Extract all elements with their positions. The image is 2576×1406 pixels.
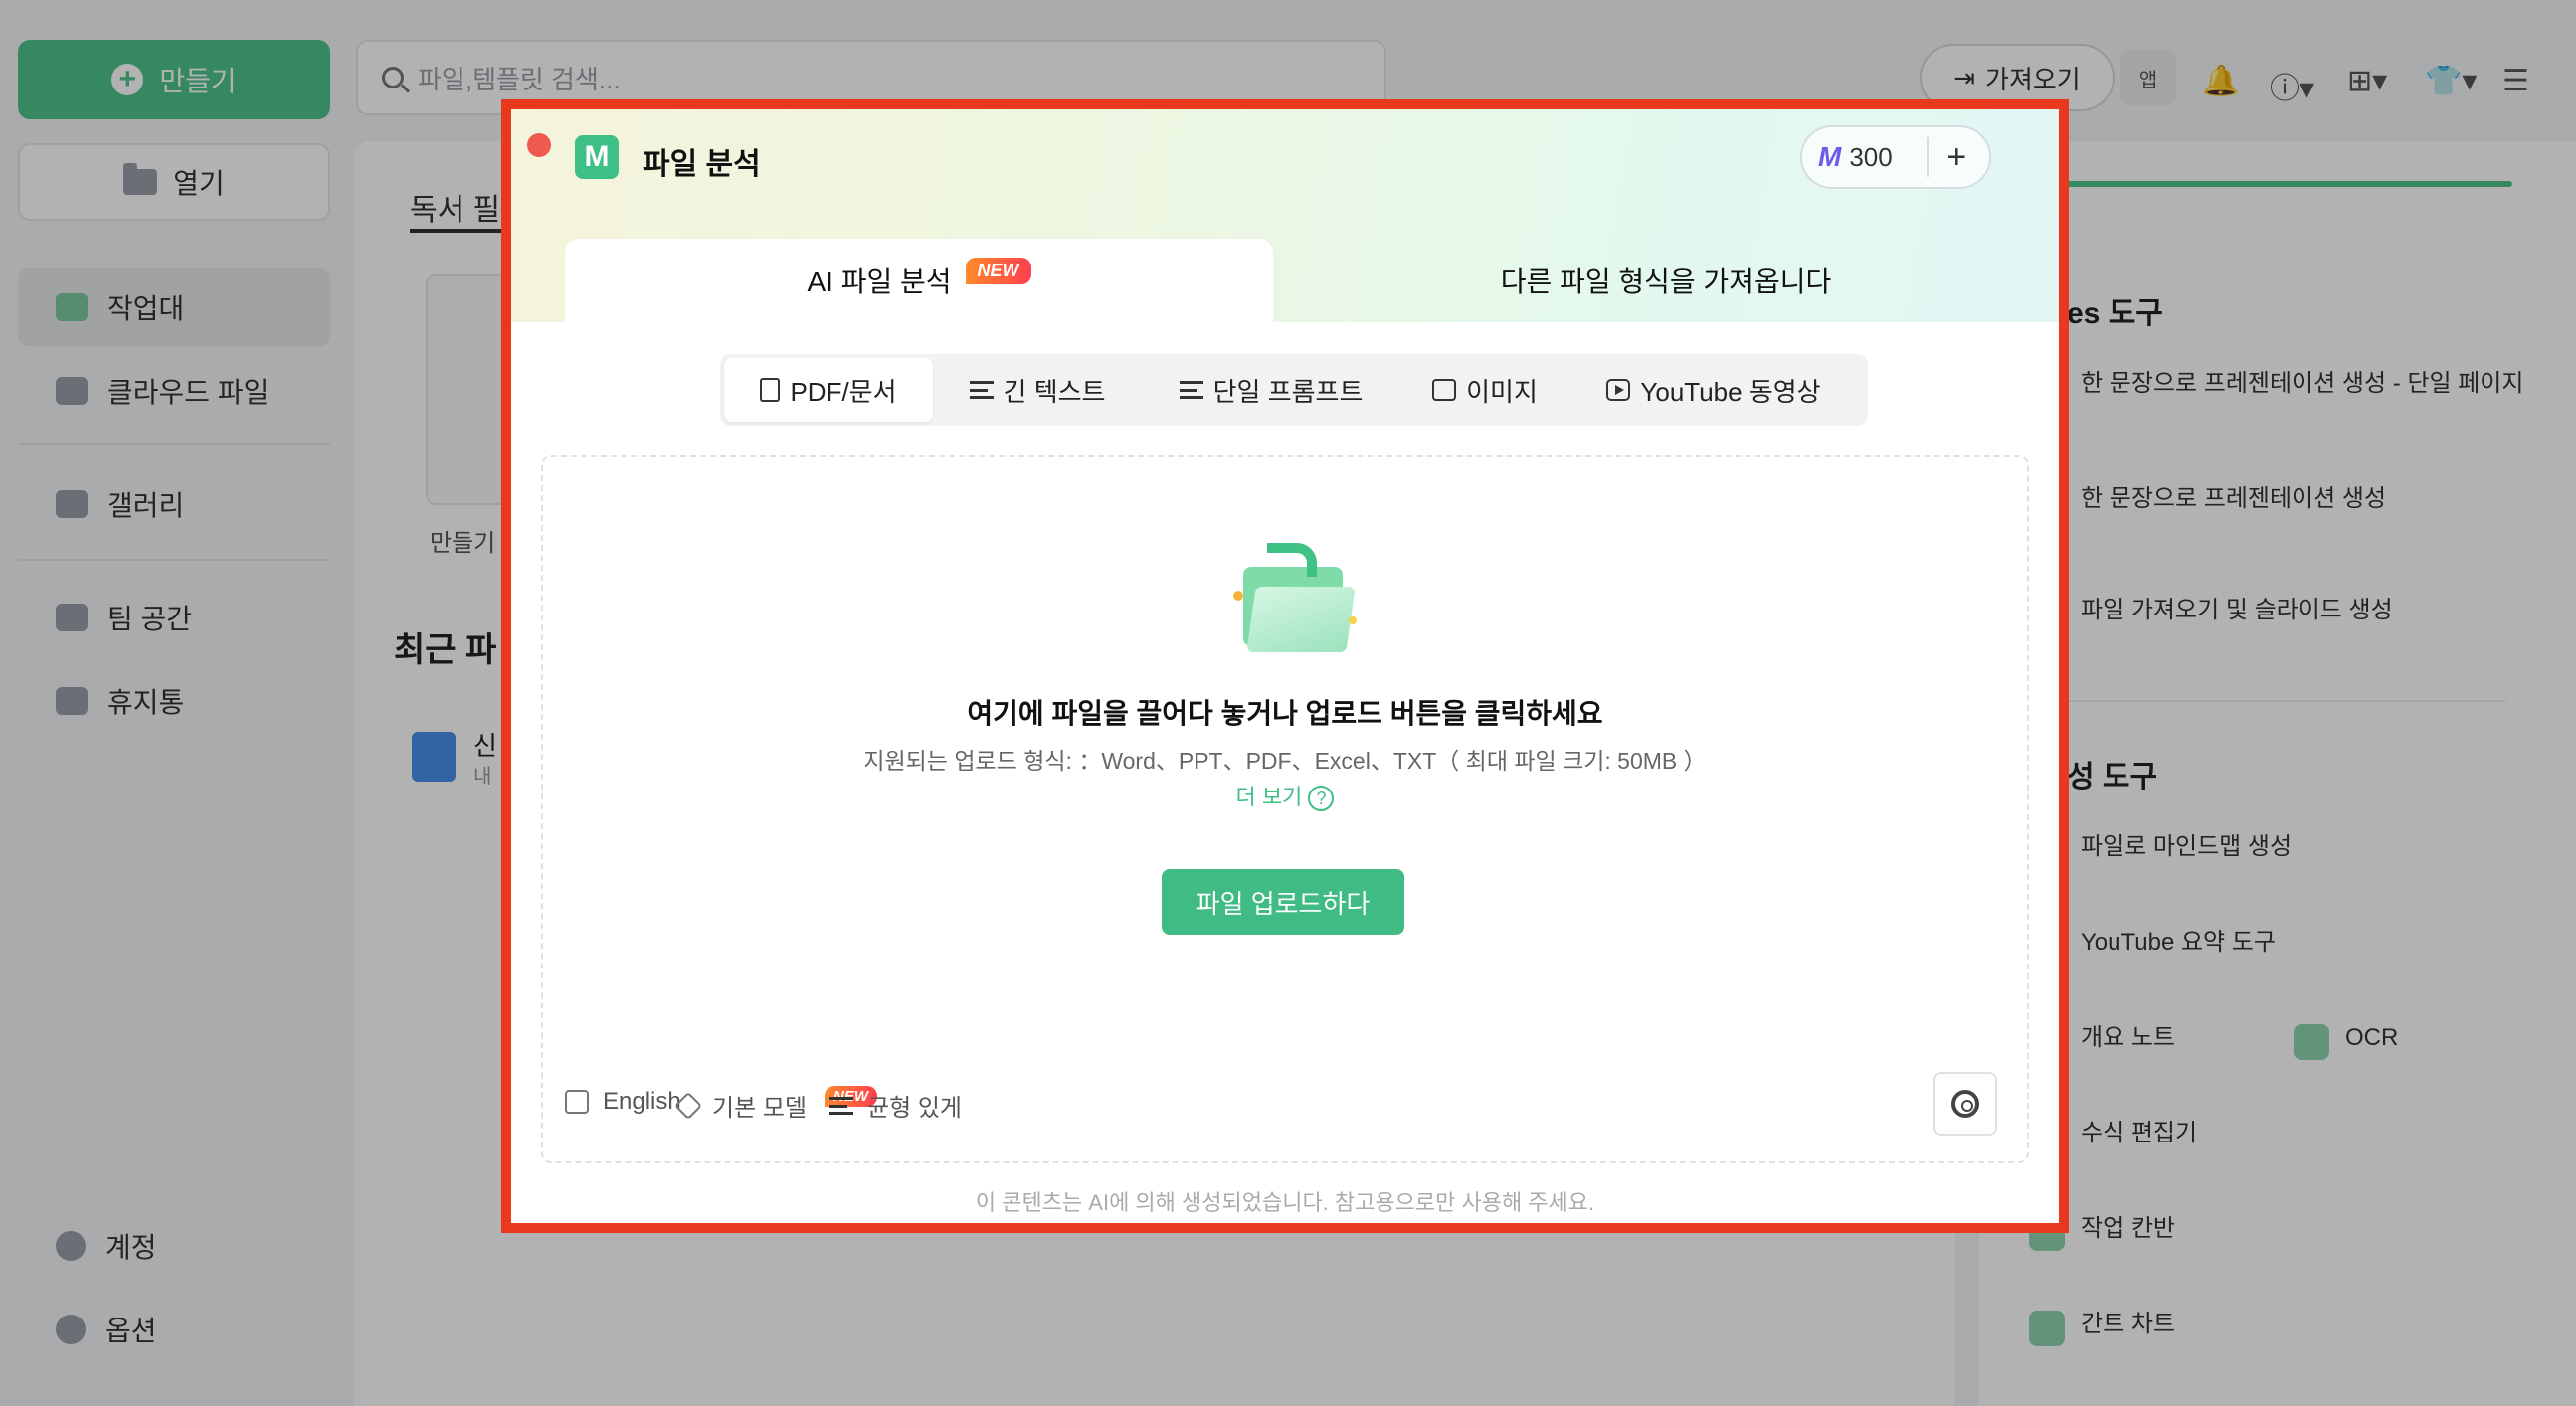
- ai-disclaimer: 이 콘텐츠는 AI에 의해 생성되었습니다. 참고용으로만 사용해 주세요.: [975, 1190, 1595, 1215]
- tab-label: 다른 파일 형식을 가져옵니다: [1500, 266, 1832, 297]
- new-badge: NEW: [965, 257, 1031, 284]
- add-credits-button[interactable]: +: [1946, 138, 1966, 177]
- file-dropzone[interactable]: 여기에 파일을 끌어다 놓거나 업로드 버튼을 클릭하세요 지원되는 업로드 형…: [541, 455, 2029, 1163]
- model-label: 기본 모델: [712, 1095, 807, 1122]
- credits-badge: M 300 +: [1800, 125, 1991, 189]
- subtab-label: YouTube 동영상: [1640, 376, 1821, 407]
- source-type-tabs: PDF/문서 긴 텍스트 단일 프롬프트 이미지 YouTube 동영상: [720, 354, 1868, 426]
- text-lines-icon: [969, 381, 994, 399]
- app-logo-icon: M: [575, 135, 619, 179]
- settings-button[interactable]: [1933, 1072, 1997, 1136]
- dropzone-title: 여기에 파일을 끌어다 놓거나 업로드 버튼을 클릭하세요: [967, 698, 1603, 729]
- credits-count: 300: [1849, 141, 1893, 172]
- close-icon[interactable]: [527, 133, 551, 157]
- balance-lines-icon: [829, 1096, 853, 1115]
- subtab-label: 이미지: [1466, 376, 1538, 407]
- tab-ai-file-analysis[interactable]: AI 파일 분석 NEW: [565, 239, 1273, 322]
- see-more-label: 더 보기: [1235, 785, 1303, 809]
- gear-icon: [1951, 1090, 1979, 1118]
- cube-icon: [673, 1091, 703, 1120]
- subtab-label: 긴 텍스트: [1003, 376, 1106, 407]
- credits-icon: M: [1818, 141, 1842, 172]
- subtab-pdf-document[interactable]: PDF/문서: [724, 358, 933, 422]
- image-icon: [1432, 379, 1457, 401]
- play-icon: [1606, 379, 1631, 401]
- supported-formats: 지원되는 업로드 형식: ：Word、PPT、PDF、Excel、TXT（ 최대…: [863, 748, 1707, 774]
- subtab-label: 단일 프롬프트: [1212, 376, 1364, 407]
- style-label: 균형 있게: [867, 1095, 962, 1122]
- subtab-label: PDF/문서: [790, 376, 897, 407]
- tab-import-other-format[interactable]: 다른 파일 형식을 가져옵니다: [1273, 239, 2059, 322]
- prompt-icon: [1179, 381, 1203, 399]
- file-analysis-dialog: M 파일 분석 M 300 + AI 파일 분석 NEW 다른 파일 형식을 가…: [501, 99, 2069, 1233]
- subtab-single-prompt[interactable]: 단일 프롬프트: [1142, 358, 1400, 422]
- document-icon: [760, 378, 781, 402]
- credits-divider: [1927, 137, 1930, 177]
- folder-upload-icon: [1233, 543, 1357, 654]
- subtab-long-text[interactable]: 긴 텍스트: [933, 358, 1142, 422]
- style-select[interactable]: 균형 있게: [829, 1088, 962, 1123]
- upload-file-button[interactable]: 파일 업로드하다: [1162, 869, 1404, 935]
- translate-icon: [565, 1090, 589, 1114]
- language-label: English: [603, 1088, 681, 1115]
- language-select[interactable]: English: [565, 1088, 681, 1116]
- subtab-image[interactable]: 이미지: [1400, 358, 1569, 422]
- question-icon: ?: [1308, 786, 1335, 812]
- tab-label: AI 파일 분석: [807, 266, 952, 297]
- see-more-link[interactable]: 더 보기 ?: [543, 780, 2027, 812]
- subtab-youtube-video[interactable]: YouTube 동영상: [1569, 358, 1858, 422]
- dialog-title: 파일 분석: [643, 148, 761, 181]
